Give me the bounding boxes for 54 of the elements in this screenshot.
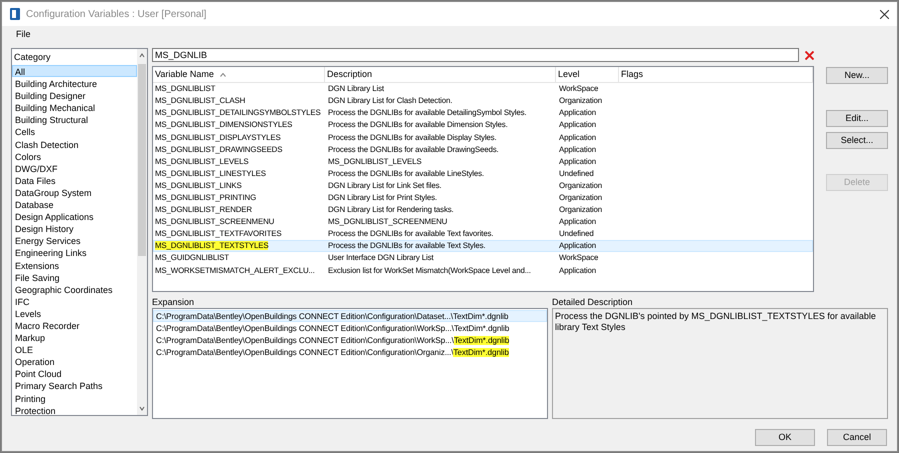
expansion-path[interactable]: C:\ProgramData\Bentley\OpenBuildings CONNECT Edition\Configuration\WorkSp...\TextDim*.dgnlib xyxy=(153,334,547,346)
column-header[interactable]: Description xyxy=(325,67,556,82)
category-item[interactable]: Building Mechanical xyxy=(12,101,137,114)
category-item[interactable]: Engineering Links xyxy=(12,246,137,258)
app-icon xyxy=(10,8,20,20)
action-button[interactable]: New... xyxy=(826,67,888,84)
scrollbar[interactable] xyxy=(137,49,147,415)
expansion-path[interactable]: C:\ProgramData\Bentley\OpenBuildings CONNECT Edition\Configuration\Dataset...\TextDim*.dgnlib xyxy=(153,310,547,322)
category-item[interactable]: Markup xyxy=(12,331,137,344)
dialog-button[interactable]: Cancel xyxy=(827,429,887,446)
category-item[interactable]: Levels xyxy=(12,306,137,319)
category-item[interactable]: Building Architecture xyxy=(12,77,137,90)
close-icon[interactable] xyxy=(880,10,889,18)
menu-item[interactable]: File xyxy=(16,28,31,42)
window-title: Configuration Variables : User [Personal] xyxy=(26,8,206,22)
category-item[interactable]: Protection xyxy=(12,404,137,416)
clear-icon[interactable] xyxy=(805,50,814,60)
category-item[interactable]: Point Cloud xyxy=(12,367,137,380)
category-item[interactable]: Macro Recorder xyxy=(12,318,137,332)
category-item[interactable]: Design Applications xyxy=(12,210,137,222)
category-item[interactable]: Printing xyxy=(12,392,137,404)
category-item[interactable]: Extensions xyxy=(12,258,137,271)
category-item[interactable]: Data Files xyxy=(12,174,137,186)
search-field[interactable]: MS_DGNLIB xyxy=(152,48,799,62)
column-header[interactable]: Variable Name xyxy=(153,67,325,82)
category-item[interactable]: Primary Search Paths xyxy=(12,379,137,392)
category-item[interactable]: Colors xyxy=(12,150,137,162)
category-item[interactable]: OLE xyxy=(12,343,137,356)
expansion-label: Expansion xyxy=(152,296,196,308)
column-header[interactable]: Level xyxy=(556,67,619,82)
category-item[interactable]: IFC xyxy=(12,294,137,307)
category-item[interactable]: All xyxy=(12,65,137,78)
details-text: Process the DGNLIB's pointed by MS_DGNLIBLIST_TEXTSTYLES for available library Text Styles xyxy=(555,311,877,333)
column-header[interactable]: Flags xyxy=(619,67,813,82)
expansion-path[interactable]: C:\ProgramData\Bentley\OpenBuildings CONNECT Edition\Configuration\Organiz...\TextDim*.dgnlib xyxy=(153,346,547,358)
category-item[interactable]: Building Structural xyxy=(12,113,137,126)
category-item[interactable]: Operation xyxy=(12,355,137,368)
category-item[interactable]: File Saving xyxy=(12,270,137,283)
category-item[interactable]: Database xyxy=(12,198,137,210)
category-item[interactable]: Design History xyxy=(12,222,137,234)
category-item[interactable]: Clash Detection xyxy=(12,138,137,150)
category-item[interactable]: DataGroup System xyxy=(12,186,137,198)
category-item[interactable]: Energy Services xyxy=(12,234,137,246)
expansion-path[interactable]: C:\ProgramData\Bentley\OpenBuildings CONNECT Edition\Configuration\WorkSp...\TextDim*.dgnlib xyxy=(153,322,547,334)
category-item[interactable]: DWG/DXF xyxy=(12,162,137,174)
dialog-button[interactable]: OK xyxy=(755,429,815,446)
details-label: Detailed Description xyxy=(552,296,634,308)
category-item[interactable]: Geographic Coordinates xyxy=(12,282,137,295)
action-button[interactable]: Edit... xyxy=(826,110,888,127)
category-header: Category xyxy=(13,51,52,64)
category-item[interactable]: Cells xyxy=(12,125,137,138)
category-item[interactable]: Building Designer xyxy=(12,89,137,102)
action-button[interactable]: Select... xyxy=(826,132,888,149)
sort-icon xyxy=(220,72,226,76)
